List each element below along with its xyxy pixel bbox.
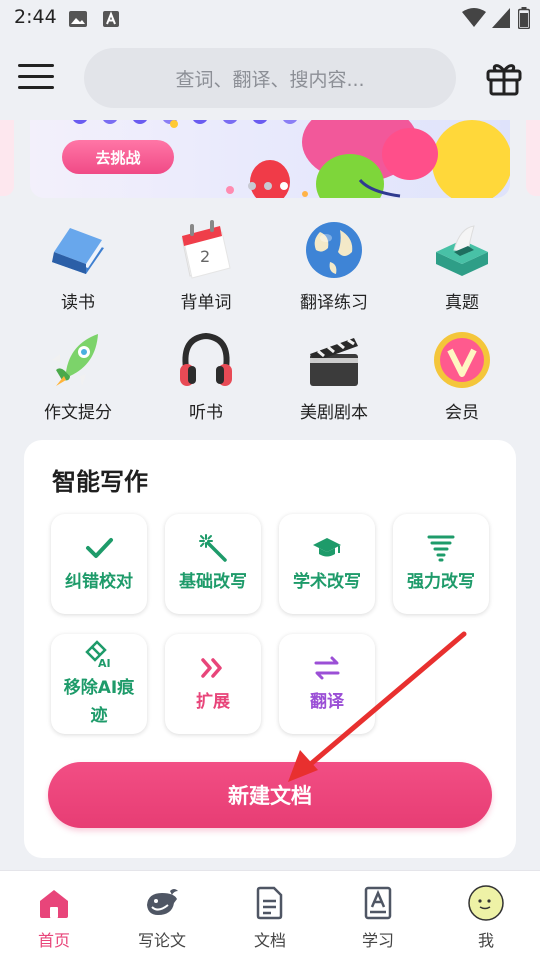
banner-next-slide bbox=[526, 120, 540, 196]
tool-label: 扩展 bbox=[196, 692, 230, 712]
rocket-icon bbox=[52, 334, 98, 386]
signal-icon bbox=[492, 8, 510, 28]
nav-me[interactable]: 我 bbox=[432, 871, 540, 960]
challenge-button[interactable]: 去挑战 bbox=[62, 140, 174, 174]
avatar-icon bbox=[468, 885, 504, 921]
vip-badge-icon bbox=[434, 332, 490, 388]
bottom-navigation: 首页 写论文 文档 学习 我 bbox=[0, 870, 540, 960]
whale-icon bbox=[147, 889, 178, 915]
feature-label: 背单词 bbox=[180, 293, 232, 313]
top-header: 查词、翻译、搜内容... bbox=[0, 36, 540, 120]
menu-button[interactable] bbox=[18, 64, 54, 90]
feature-read-books[interactable]: 读书 bbox=[14, 218, 142, 318]
tool-strong-rewrite[interactable]: 强力改写 bbox=[393, 514, 489, 614]
tool-basic-rewrite[interactable]: 基础改写 bbox=[165, 514, 261, 614]
svg-text:AI: AI bbox=[98, 657, 111, 668]
clapperboard-icon bbox=[310, 338, 358, 386]
feature-label: 真题 bbox=[445, 293, 479, 313]
carousel-dot bbox=[264, 182, 272, 190]
feature-label: 会员 bbox=[445, 403, 479, 423]
banner-slide[interactable]: 去挑战 bbox=[30, 120, 510, 198]
feature-label: 读书 bbox=[61, 293, 95, 313]
feature-membership[interactable]: 会员 bbox=[398, 328, 526, 428]
new-document-button[interactable]: 新建文档 bbox=[48, 762, 492, 828]
tissue-box-icon bbox=[436, 225, 488, 276]
feature-vocabulary[interactable]: 2 背单词 bbox=[142, 218, 270, 318]
banner-prev-slide bbox=[0, 120, 14, 196]
tool-academic-rewrite[interactable]: 学术改写 bbox=[279, 514, 375, 614]
search-placeholder: 查词、翻译、搜内容... bbox=[175, 68, 365, 91]
feature-past-exams[interactable]: 真题 bbox=[398, 218, 526, 318]
smart-writing-card: 智能写作 纠错校对 基础改写 学术改写 强力改写 AI 移除AI痕迹 扩展 翻译… bbox=[24, 440, 516, 858]
wifi-icon bbox=[462, 8, 486, 27]
nav-documents[interactable]: 文档 bbox=[216, 871, 324, 960]
status-time: 2:44 bbox=[14, 6, 57, 28]
feature-label: 作文提分 bbox=[44, 403, 112, 423]
globe-icon bbox=[306, 222, 362, 278]
carousel-dot-active bbox=[280, 182, 288, 190]
nav-label: 文档 bbox=[253, 931, 286, 950]
carousel-indicators bbox=[248, 182, 288, 190]
feature-label: 翻译练习 bbox=[300, 293, 368, 313]
swap-arrows-icon bbox=[314, 656, 340, 680]
nav-label: 首页 bbox=[37, 931, 70, 950]
nav-label: 学习 bbox=[361, 931, 394, 950]
magic-wand-icon bbox=[199, 534, 227, 562]
book-icon bbox=[52, 228, 104, 274]
svg-text:2: 2 bbox=[200, 247, 210, 266]
battery-icon bbox=[518, 7, 530, 29]
study-icon bbox=[364, 886, 392, 920]
document-icon bbox=[256, 886, 283, 920]
tool-label: 基础改写 bbox=[179, 572, 247, 592]
tool-label: 移除AI痕迹 bbox=[63, 678, 135, 726]
nav-write-paper[interactable]: 写论文 bbox=[108, 871, 216, 960]
calendar-icon: 2 bbox=[181, 220, 231, 279]
home-icon bbox=[40, 890, 68, 918]
search-input[interactable]: 查词、翻译、搜内容... bbox=[84, 48, 456, 108]
nav-home[interactable]: 首页 bbox=[0, 871, 108, 960]
carousel-dot bbox=[248, 182, 256, 190]
graduation-cap-icon bbox=[313, 538, 341, 557]
feature-label: 听书 bbox=[189, 403, 223, 423]
feature-audiobooks[interactable]: 听书 bbox=[142, 328, 270, 428]
nav-label: 我 bbox=[477, 931, 494, 950]
banner-carousel[interactable]: 去挑战 bbox=[0, 120, 540, 198]
tool-translate[interactable]: 翻译 bbox=[279, 634, 375, 734]
feature-tv-scripts[interactable]: 美剧剧本 bbox=[270, 328, 398, 428]
app-notification-icon bbox=[103, 11, 119, 27]
tool-remove-ai-traces[interactable]: AI 移除AI痕迹 bbox=[51, 634, 147, 734]
tool-label: 学术改写 bbox=[293, 572, 361, 592]
tool-label: 翻译 bbox=[310, 692, 344, 712]
tornado-icon bbox=[427, 535, 455, 562]
gift-icon[interactable] bbox=[484, 58, 524, 98]
tool-label: 纠错校对 bbox=[65, 572, 133, 592]
feature-translation-practice[interactable]: 翻译练习 bbox=[270, 218, 398, 318]
check-icon bbox=[86, 538, 113, 558]
double-chevron-icon bbox=[201, 658, 222, 678]
tool-proofread[interactable]: 纠错校对 bbox=[51, 514, 147, 614]
smart-writing-title: 智能写作 bbox=[52, 468, 148, 496]
ai-eraser-icon: AI bbox=[85, 640, 111, 668]
status-bar: 2:44 bbox=[0, 0, 540, 36]
tool-label: 强力改写 bbox=[407, 572, 475, 592]
nav-study[interactable]: 学习 bbox=[324, 871, 432, 960]
feature-label: 美剧剧本 bbox=[300, 403, 368, 423]
image-notification-icon bbox=[69, 11, 87, 27]
nav-label: 写论文 bbox=[137, 931, 186, 950]
tool-expand[interactable]: 扩展 bbox=[165, 634, 261, 734]
headphones-icon bbox=[180, 332, 232, 386]
feature-essay-improve[interactable]: 作文提分 bbox=[14, 328, 142, 428]
